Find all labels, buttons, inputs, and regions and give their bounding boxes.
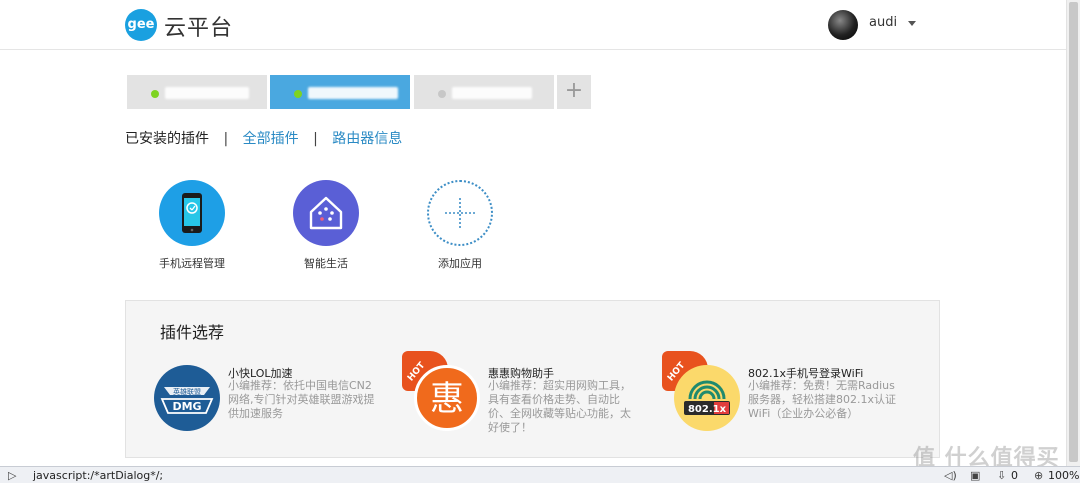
wifi-8021x-icon[interactable]: 802.1x [674, 365, 740, 431]
huihui-shopping-icon[interactable]: 惠 [414, 365, 480, 431]
top-header: gee 云平台 audi [0, 0, 1066, 50]
plugin-desc: 小编推荐：超实用网购工具，具有查看价格走势、自动比价、全网收藏等贴心功能，太好使… [488, 379, 631, 434]
nav-separator: | [313, 131, 318, 147]
sidebar-toggle-icon[interactable]: ▷ [8, 469, 16, 482]
plugin-card-huihui[interactable]: HOT 惠 惠惠购物助手 小编推荐：超实用网购工具，具有查看价格走势、自动比价、… [402, 351, 654, 435]
lol-accelerator-icon[interactable]: 英雄联盟 DMG [154, 365, 220, 431]
lol-icon-text: 英雄联盟 [173, 387, 201, 396]
plugin-card-lol[interactable]: 英雄联盟 DMG 小快LOL加速 小编推荐：依托中国电信CN2网络,专门针对英雄… [154, 365, 384, 435]
tab-all-plugins[interactable]: 全部插件 [243, 128, 299, 148]
nav-separator: | [223, 131, 229, 147]
offline-status-icon [438, 90, 446, 98]
download-icon[interactable]: ⇩ [997, 469, 1006, 482]
installed-app-smart-life[interactable]: 智能生活 [276, 180, 376, 271]
add-router-button[interactable]: + [557, 75, 591, 109]
router-name-redacted [165, 87, 249, 99]
logo-text[interactable]: 云平台 [164, 10, 233, 42]
phone-remote-icon[interactable] [159, 180, 225, 246]
online-status-icon [294, 90, 302, 98]
avatar[interactable] [828, 10, 858, 40]
plugin-desc: 小编推荐：依托中国电信CN2网络,专门针对英雄联盟游戏提供加速服务 [228, 379, 375, 420]
browser-statusbar: ▷ javascript:/*artDialog*/; ◁) ▣ ⇩ 0 ⊕ 1… [0, 466, 1080, 483]
username[interactable]: audi [869, 15, 897, 30]
plugin-picks-panel: 插件选荐 英雄联盟 DMG 小快LOL加速 小编推荐：依托中国电信CN2网络,专… [125, 300, 940, 458]
plugin-card-8021x[interactable]: HOT 802.1x 802.1x手机号登录WiFi 小编推荐：免费！无需Rad… [662, 351, 914, 435]
plugin-desc: 小编推荐：免费！无需Radius服务器，轻松搭建802.1x认证WiFi（企业办… [748, 379, 896, 420]
page-scrollbar[interactable] [1066, 0, 1080, 466]
lol-icon-text-2: DMG [172, 400, 201, 413]
extension-icon[interactable]: ▣ [970, 469, 980, 482]
smart-home-icon[interactable] [293, 180, 359, 246]
installed-app-phone-remote[interactable]: 手机远程管理 [142, 180, 242, 271]
router-name-redacted [308, 87, 398, 99]
download-count: 0 [1011, 469, 1018, 482]
wifi-icon-text: 802.1x [688, 404, 727, 415]
online-status-icon [151, 90, 159, 98]
plugin-subnav: 已安装的插件 | 全部插件 | 路由器信息 [125, 128, 402, 148]
status-url: javascript:/*artDialog*/; [33, 469, 164, 482]
app-label: 手机远程管理 [159, 257, 225, 270]
chevron-down-icon[interactable] [908, 21, 916, 26]
router-tab-1[interactable] [127, 75, 267, 109]
zoom-level[interactable]: 100% [1048, 469, 1079, 482]
router-tab-3[interactable] [414, 75, 554, 109]
logo-mark[interactable]: gee [125, 9, 157, 41]
router-name-redacted [452, 87, 532, 99]
tab-installed-plugins[interactable]: 已安装的插件 [125, 128, 209, 148]
scrollbar-thumb[interactable] [1069, 2, 1078, 462]
app-label: 智能生活 [304, 257, 348, 270]
add-app-icon[interactable] [427, 180, 493, 246]
app-label: 添加应用 [438, 257, 482, 270]
speaker-icon[interactable]: ◁) [944, 469, 957, 482]
installed-app-add[interactable]: 添加应用 [410, 180, 510, 271]
zoom-icon[interactable]: ⊕ [1034, 469, 1043, 482]
panel-title: 插件选荐 [160, 323, 225, 342]
router-tab-2[interactable] [270, 75, 410, 109]
huihui-icon-text: 惠 [430, 379, 464, 419]
tab-router-info[interactable]: 路由器信息 [332, 128, 402, 148]
